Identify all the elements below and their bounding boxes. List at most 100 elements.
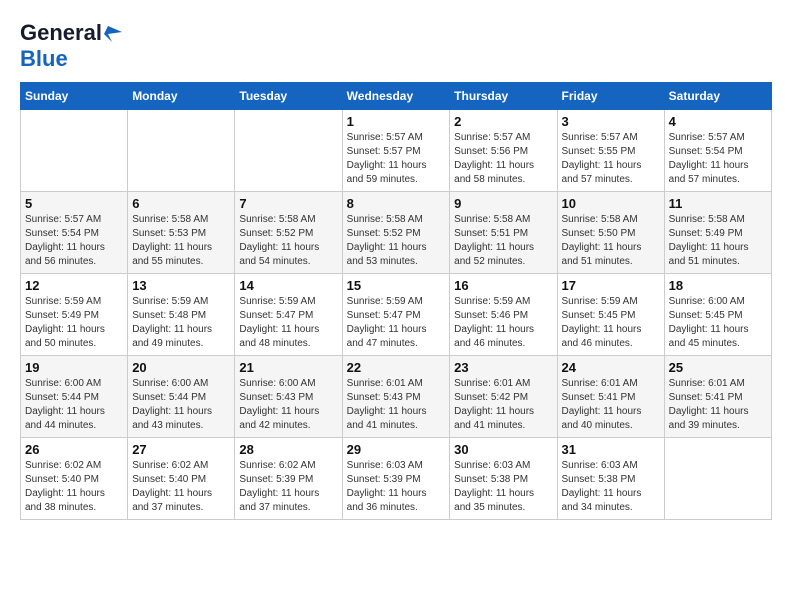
day-info: Sunrise: 5:57 AM Sunset: 5:56 PM Dayligh… (454, 131, 552, 187)
day-info: Sunrise: 6:00 AM Sunset: 5:43 PM Dayligh… (239, 377, 337, 433)
day-info: Sunrise: 6:01 AM Sunset: 5:41 PM Dayligh… (669, 377, 767, 433)
day-number: 11 (669, 196, 767, 211)
calendar-cell: 21 Sunrise: 6:00 AM Sunset: 5:43 PM Dayli… (235, 356, 342, 438)
calendar-cell: 13 Sunrise: 5:59 AM Sunset: 5:48 PM Dayli… (128, 274, 235, 356)
day-number: 31 (562, 442, 660, 457)
day-number: 7 (239, 196, 337, 211)
calendar-week-row: 26Sunrise: 6:02 AM Sunset: 5:40 PM Dayli… (21, 438, 772, 520)
day-of-week-header: Sunday (21, 83, 128, 110)
calendar-cell (128, 110, 235, 192)
day-number: 13 (132, 278, 230, 293)
logo-bird-icon (104, 24, 122, 42)
day-of-week-header: Wednesday (342, 83, 450, 110)
day-number: 15 (347, 278, 446, 293)
day-of-week-header: Friday (557, 83, 664, 110)
day-info: Sunrise: 5:58 AM Sunset: 5:51 PM Dayligh… (454, 213, 552, 269)
day-info: Sunrise: 5:58 AM Sunset: 5:52 PM Dayligh… (347, 213, 446, 269)
day-info: Sunrise: 6:03 AM Sunset: 5:38 PM Dayligh… (454, 459, 552, 515)
calendar-cell: 9Sunrise: 5:58 AM Sunset: 5:51 PM Daylig… (450, 192, 557, 274)
calendar-cell: 18Sunrise: 6:00 AM Sunset: 5:45 PM Dayli… (664, 274, 771, 356)
calendar-cell: 12 Sunrise: 5:59 AM Sunset: 5:49 PM Dayli… (21, 274, 128, 356)
day-info: Sunrise: 5:59 AM Sunset: 5:47 PM Dayligh… (239, 295, 337, 351)
calendar-cell (664, 438, 771, 520)
day-of-week-header: Saturday (664, 83, 771, 110)
calendar-week-row: 5 Sunrise: 5:57 AM Sunset: 5:54 PM Daylig… (21, 192, 772, 274)
day-info: Sunrise: 6:00 AM Sunset: 5:44 PM Dayligh… (132, 377, 230, 433)
day-of-week-header: Monday (128, 83, 235, 110)
calendar-cell (21, 110, 128, 192)
calendar-cell: 14 Sunrise: 5:59 AM Sunset: 5:47 PM Dayli… (235, 274, 342, 356)
calendar-cell: 22 Sunrise: 6:01 AM Sunset: 5:43 PM Dayli… (342, 356, 450, 438)
day-info: Sunrise: 6:02 AM Sunset: 5:39 PM Dayligh… (239, 459, 337, 515)
calendar-table: SundayMondayTuesdayWednesdayThursdayFrid… (20, 82, 772, 520)
calendar-cell: 16 Sunrise: 5:59 AM Sunset: 5:46 PM Dayli… (450, 274, 557, 356)
calendar-cell: 26Sunrise: 6:02 AM Sunset: 5:40 PM Dayli… (21, 438, 128, 520)
logo-text-blue: Blue (20, 46, 68, 71)
calendar-cell: 29 Sunrise: 6:03 AM Sunset: 5:39 PM Dayli… (342, 438, 450, 520)
day-number: 5 (25, 196, 123, 211)
day-number: 4 (669, 114, 767, 129)
day-number: 23 (454, 360, 552, 375)
calendar-cell: 5 Sunrise: 5:57 AM Sunset: 5:54 PM Daylig… (21, 192, 128, 274)
day-info: Sunrise: 5:58 AM Sunset: 5:50 PM Dayligh… (562, 213, 660, 269)
day-info: Sunrise: 5:57 AM Sunset: 5:54 PM Dayligh… (669, 131, 767, 187)
day-info: Sunrise: 5:59 AM Sunset: 5:49 PM Dayligh… (25, 295, 123, 351)
day-info: Sunrise: 5:59 AM Sunset: 5:47 PM Dayligh… (347, 295, 446, 351)
calendar-cell: 30Sunrise: 6:03 AM Sunset: 5:38 PM Dayli… (450, 438, 557, 520)
day-info: Sunrise: 6:03 AM Sunset: 5:38 PM Dayligh… (562, 459, 660, 515)
calendar-cell: 3 Sunrise: 5:57 AM Sunset: 5:55 PM Daylig… (557, 110, 664, 192)
day-info: Sunrise: 5:57 AM Sunset: 5:55 PM Dayligh… (562, 131, 660, 187)
day-number: 17 (562, 278, 660, 293)
day-of-week-header: Tuesday (235, 83, 342, 110)
day-info: Sunrise: 6:01 AM Sunset: 5:43 PM Dayligh… (347, 377, 446, 433)
calendar-cell: 28Sunrise: 6:02 AM Sunset: 5:39 PM Dayli… (235, 438, 342, 520)
day-number: 16 (454, 278, 552, 293)
day-number: 21 (239, 360, 337, 375)
day-info: Sunrise: 5:59 AM Sunset: 5:48 PM Dayligh… (132, 295, 230, 351)
calendar-cell: 20 Sunrise: 6:00 AM Sunset: 5:44 PM Dayli… (128, 356, 235, 438)
page-header: General Blue (20, 20, 772, 72)
day-of-week-header: Thursday (450, 83, 557, 110)
calendar-cell: 27Sunrise: 6:02 AM Sunset: 5:40 PM Dayli… (128, 438, 235, 520)
calendar-cell: 25 Sunrise: 6:01 AM Sunset: 5:41 PM Dayli… (664, 356, 771, 438)
day-number: 3 (562, 114, 660, 129)
day-number: 6 (132, 196, 230, 211)
calendar-cell: 23 Sunrise: 6:01 AM Sunset: 5:42 PM Dayli… (450, 356, 557, 438)
calendar-cell: 17 Sunrise: 5:59 AM Sunset: 5:45 PM Dayli… (557, 274, 664, 356)
day-number: 19 (25, 360, 123, 375)
day-info: Sunrise: 5:57 AM Sunset: 5:57 PM Dayligh… (347, 131, 446, 187)
day-number: 18 (669, 278, 767, 293)
day-number: 24 (562, 360, 660, 375)
day-number: 8 (347, 196, 446, 211)
day-info: Sunrise: 5:57 AM Sunset: 5:54 PM Dayligh… (25, 213, 123, 269)
day-number: 22 (347, 360, 446, 375)
calendar-cell: 24 Sunrise: 6:01 AM Sunset: 5:41 PM Dayli… (557, 356, 664, 438)
calendar-week-row: 1 Sunrise: 5:57 AM Sunset: 5:57 PM Daylig… (21, 110, 772, 192)
calendar-cell: 19Sunrise: 6:00 AM Sunset: 5:44 PM Dayli… (21, 356, 128, 438)
day-number: 20 (132, 360, 230, 375)
day-info: Sunrise: 5:59 AM Sunset: 5:45 PM Dayligh… (562, 295, 660, 351)
day-number: 25 (669, 360, 767, 375)
logo-text-general: General (20, 20, 102, 46)
day-info: Sunrise: 6:03 AM Sunset: 5:39 PM Dayligh… (347, 459, 446, 515)
calendar-week-row: 19 Sunrise: 6:00 AM Sunset: 5:44 PM Dayli… (21, 356, 772, 438)
calendar-header-row: SundayMondayTuesdayWednesdayThursdayFrid… (21, 83, 772, 110)
calendar-cell: 1 Sunrise: 5:57 AM Sunset: 5:57 PM Daylig… (342, 110, 450, 192)
day-info: Sunrise: 6:01 AM Sunset: 5:42 PM Dayligh… (454, 377, 552, 433)
day-info: Sunrise: 5:59 AM Sunset: 5:46 PM Dayligh… (454, 295, 552, 351)
day-number: 1 (347, 114, 446, 129)
calendar-cell: 8 Sunrise: 5:58 AM Sunset: 5:52 PM Daylig… (342, 192, 450, 274)
day-number: 14 (239, 278, 337, 293)
day-info: Sunrise: 5:58 AM Sunset: 5:53 PM Dayligh… (132, 213, 230, 269)
calendar-cell: 6 Sunrise: 5:58 AM Sunset: 5:53 PM Daylig… (128, 192, 235, 274)
day-number: 10 (562, 196, 660, 211)
logo: General Blue (20, 20, 122, 72)
day-number: 29 (347, 442, 446, 457)
day-info: Sunrise: 5:58 AM Sunset: 5:52 PM Dayligh… (239, 213, 337, 269)
day-number: 12 (25, 278, 123, 293)
day-info: Sunrise: 6:02 AM Sunset: 5:40 PM Dayligh… (25, 459, 123, 515)
calendar-cell: 31 Sunrise: 6:03 AM Sunset: 5:38 PM Dayli… (557, 438, 664, 520)
day-info: Sunrise: 6:01 AM Sunset: 5:41 PM Dayligh… (562, 377, 660, 433)
calendar-cell: 4 Sunrise: 5:57 AM Sunset: 5:54 PM Daylig… (664, 110, 771, 192)
calendar-cell: 2Sunrise: 5:57 AM Sunset: 5:56 PM Daylig… (450, 110, 557, 192)
